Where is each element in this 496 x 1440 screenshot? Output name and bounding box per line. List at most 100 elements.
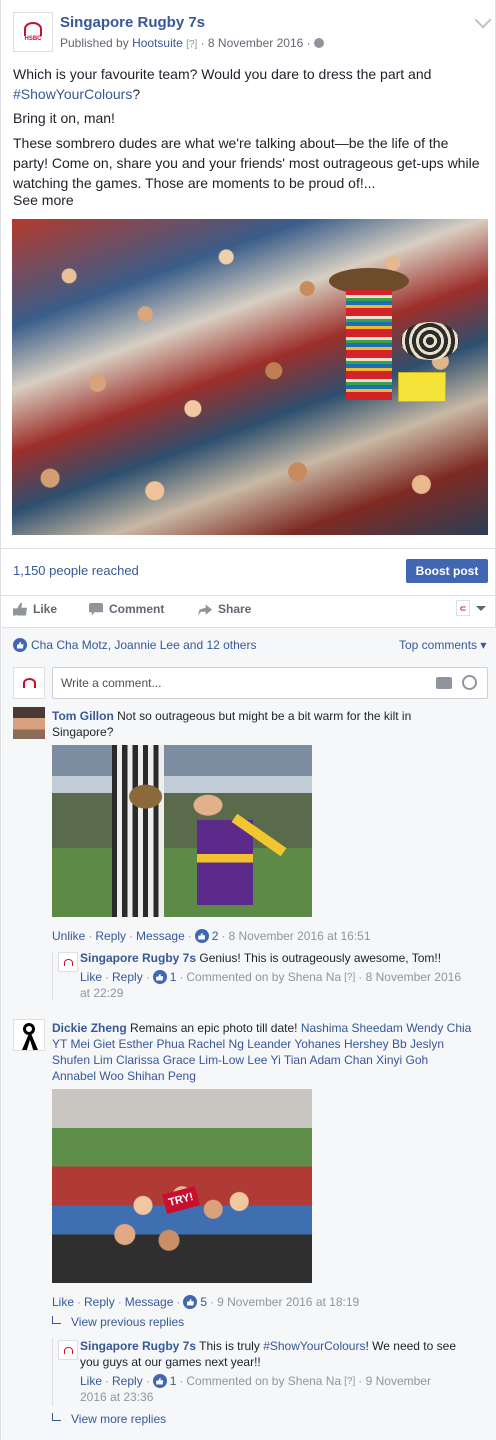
reply-timestamp-cont[interactable]: at 22:29 xyxy=(80,986,123,1000)
tagged-people[interactable]: Nashima Sheedam Wendy Chia xyxy=(301,1021,472,1035)
help-marker[interactable]: [?] xyxy=(344,1376,355,1387)
like-badge-icon xyxy=(13,638,27,652)
post-header: HSBC Singapore Rugby 7s Published by Hoo… xyxy=(13,11,492,54)
page-identity-selector[interactable]: ⊂ xyxy=(456,600,486,616)
post-card: HSBC Singapore Rugby 7s Published by Hoo… xyxy=(0,0,496,1440)
share-icon xyxy=(198,604,212,616)
comment-body: Tom Gillon Not so outrageous but might b… xyxy=(52,708,432,740)
comment-author[interactable]: Tom Gillon xyxy=(52,709,114,723)
tagged-people[interactable]: YT Mei Giet Esther Phua Rachel Ng Leande… xyxy=(52,1037,444,1051)
post-question-end: ? xyxy=(132,86,141,102)
reply-avatar xyxy=(58,952,78,972)
avatar[interactable] xyxy=(13,1019,45,1051)
comment-actions: Unlike · Reply · Message · 2 · 8 November 20… xyxy=(52,929,371,943)
reply-link[interactable]: Reply xyxy=(112,1374,143,1388)
unlike-link[interactable]: Unlike xyxy=(52,929,85,943)
help-marker[interactable]: [?] xyxy=(186,39,197,50)
comment-input[interactable] xyxy=(52,667,488,699)
boost-post-button[interactable]: Boost post xyxy=(406,559,488,583)
like-link[interactable]: Like xyxy=(80,1374,102,1388)
camera-icon[interactable] xyxy=(436,677,452,689)
share-label: Share xyxy=(218,602,252,616)
share-button[interactable]: Share xyxy=(198,602,251,616)
reply-timestamp[interactable]: · 8 November 2016 xyxy=(358,970,461,984)
see-more-link[interactable]: See more xyxy=(13,190,483,210)
page-name[interactable]: Singapore Rugby 7s xyxy=(60,14,205,31)
hashtag-link[interactable]: #ShowYourColours xyxy=(263,1339,365,1353)
commented-by: Commented on by Shena Na xyxy=(186,970,342,984)
post-meta: Published by Hootsuite [?] · 8 November … xyxy=(60,36,324,50)
like-count[interactable]: 5 xyxy=(200,1295,207,1309)
sombrero-shape-2 xyxy=(401,322,459,360)
reply-link[interactable]: Reply xyxy=(95,929,126,943)
like-badge-icon xyxy=(152,1374,167,1388)
view-previous-replies[interactable]: View previous replies xyxy=(52,1315,184,1329)
globe-icon xyxy=(313,38,324,48)
view-more-label: View more replies xyxy=(71,1412,167,1426)
reply-text: you guys at our games next year!! xyxy=(80,1355,261,1369)
like-count[interactable]: 1 xyxy=(170,1374,177,1388)
rugby-logo-icon xyxy=(63,1346,73,1354)
reply-link[interactable]: Reply xyxy=(84,1295,115,1309)
ribbon-tails-icon xyxy=(22,1033,38,1050)
page-avatar[interactable]: HSBC xyxy=(13,12,53,52)
like-count[interactable]: 2 xyxy=(212,929,219,943)
reply-author[interactable]: Singapore Rugby 7s xyxy=(80,1339,196,1353)
reply-timestamp-cont[interactable]: 2016 at 23:36 xyxy=(80,1390,153,1404)
comment-photo[interactable] xyxy=(52,1089,312,1283)
tagged-people[interactable]: Shufen Lim Clarissa Grace Lim-Low Lee Yi… xyxy=(52,1053,428,1067)
commented-by: Commented on by Shena Na xyxy=(186,1374,342,1388)
post-text-1: Which is your favourite team? Would you … xyxy=(13,64,483,104)
like-link[interactable]: Like xyxy=(52,1295,74,1309)
comment-sort-dropdown[interactable]: Top comments ▾ xyxy=(399,638,486,652)
post-question: Which is your favourite team? Would you … xyxy=(13,66,432,82)
people-reached[interactable]: 1,150 people reached xyxy=(13,563,139,578)
serape-shape xyxy=(346,290,392,400)
hashtag-link[interactable]: #ShowYourColours xyxy=(13,86,132,102)
reply-text: This is truly xyxy=(199,1339,260,1353)
page-avatar-small: ⊂ xyxy=(456,600,470,616)
likers-text[interactable]: Cha Cha Motz, Joannie Lee and 12 others xyxy=(31,638,256,652)
reply-text: ! We need to see xyxy=(365,1339,456,1353)
post-date[interactable]: · 8 November 2016 · xyxy=(201,36,311,50)
reactions-summary[interactable]: Cha Cha Motz, Joannie Lee and 12 others xyxy=(13,638,256,652)
emoji-icon[interactable] xyxy=(462,675,477,690)
comment-icon xyxy=(89,602,103,616)
like-count[interactable]: 1 xyxy=(170,970,177,984)
reply-thread-line xyxy=(52,1338,53,1406)
reply-body: Singapore Rugby 7s This is truly #ShowYo… xyxy=(80,1338,480,1370)
comment-photo[interactable] xyxy=(52,745,312,917)
avatar[interactable] xyxy=(13,707,45,739)
reply-actions: Like · Reply · 1 · Commented on by Shena Na… xyxy=(80,1374,431,1388)
post-text-2: Bring it on, man! xyxy=(13,110,115,126)
comment-button[interactable]: Comment xyxy=(89,602,164,616)
publisher-link[interactable]: Hootsuite xyxy=(132,36,183,50)
reply-actions: Like · Reply · 1 · Commented on by Shena Na… xyxy=(80,970,462,984)
comment-author[interactable]: Dickie Zheng xyxy=(52,1021,127,1035)
rugby-logo-icon xyxy=(63,958,73,966)
comment-label: Comment xyxy=(109,602,165,616)
view-more-replies[interactable]: View more replies xyxy=(52,1412,166,1426)
logo-text-icon: HSBC xyxy=(24,35,42,42)
like-badge-icon xyxy=(194,929,209,943)
published-by-label: Published by xyxy=(60,36,129,50)
chevron-down-icon[interactable] xyxy=(474,11,492,29)
tagged-people[interactable]: Annabel Woo Shihan Peng xyxy=(52,1069,196,1083)
post-text-3: These sombrero dudes are what we're talk… xyxy=(13,135,480,191)
message-link[interactable]: Message xyxy=(125,1295,174,1309)
comment-timestamp[interactable]: 8 November 2016 at 16:51 xyxy=(228,929,370,943)
reply-author[interactable]: Singapore Rugby 7s xyxy=(80,951,196,965)
like-link[interactable]: Like xyxy=(80,970,102,984)
like-button[interactable]: Like xyxy=(13,602,57,616)
composer-avatar xyxy=(13,667,45,699)
message-link[interactable]: Message xyxy=(136,929,185,943)
reply-timestamp[interactable]: · 9 November xyxy=(358,1374,431,1388)
reply-body: Singapore Rugby 7s Genius! This is outra… xyxy=(80,950,480,966)
reply-text: Genius! This is outrageously awesome, To… xyxy=(199,951,442,965)
reply-link[interactable]: Reply xyxy=(112,970,143,984)
comment-body: Dickie Zheng Remains an epic photo till … xyxy=(52,1020,482,1084)
help-marker[interactable]: [?] xyxy=(344,972,355,983)
rugby-logo-icon xyxy=(22,678,36,688)
comment-timestamp[interactable]: 9 November 2016 at 18:19 xyxy=(217,1295,359,1309)
comment-text: Remains an epic photo till date! xyxy=(130,1021,298,1035)
